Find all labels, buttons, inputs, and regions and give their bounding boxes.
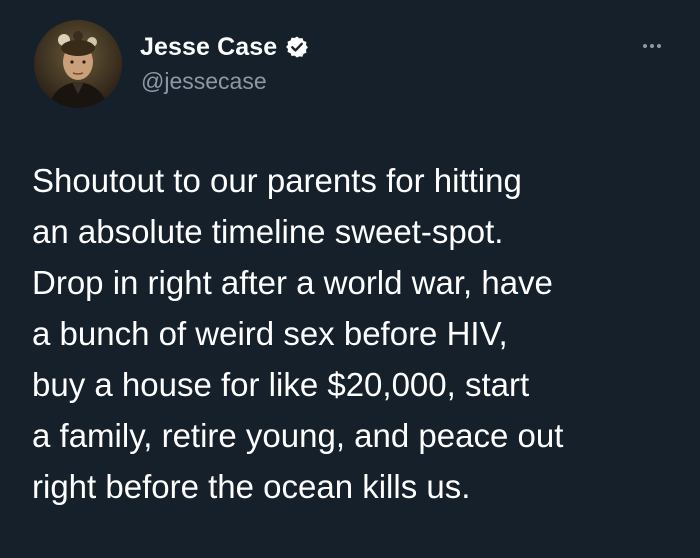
tweet-text-line: buy a house for like $20,000, start: [32, 366, 530, 403]
author-display-name[interactable]: Jesse Case: [140, 33, 277, 62]
tweet-text-line: a family, retire young, and peace out: [32, 417, 564, 454]
tweet-text-line: Drop in right after a world war, have: [32, 264, 553, 301]
tweet-text-line: Shoutout to our parents for hitting: [32, 162, 522, 199]
more-dot: [657, 44, 661, 48]
author-handle[interactable]: @jessecase: [141, 68, 267, 95]
more-dot: [650, 44, 654, 48]
more-horizontal-icon: [643, 44, 647, 48]
tweet-text-line: a bunch of weird sex before HIV,: [32, 315, 508, 352]
author-name-row[interactable]: Jesse Case: [140, 32, 309, 62]
verified-badge-icon: [285, 35, 309, 59]
more-options-button[interactable]: [636, 34, 668, 58]
profile-photo-icon: [34, 20, 122, 108]
tweet-text-line: right before the ocean kills us.: [32, 468, 471, 505]
tweet-card: Jesse Case @jessecase Shoutout to our pa…: [0, 0, 700, 558]
tweet-text-line: an absolute timeline sweet-spot.: [32, 213, 504, 250]
tweet-text: Shoutout to our parents for hitting an a…: [32, 155, 682, 512]
avatar[interactable]: [34, 20, 122, 108]
